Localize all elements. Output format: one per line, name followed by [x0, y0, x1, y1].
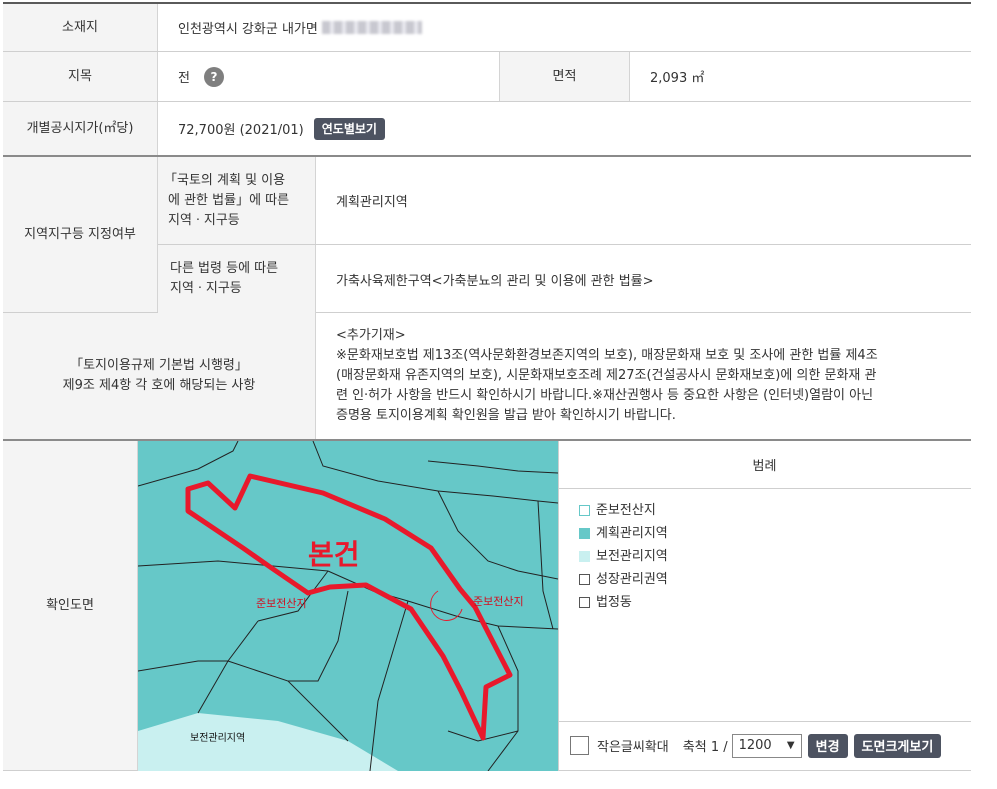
regulation-line: (매장문화재 유존지역의 보호), 시문화재보호조례 제27조(건설공사시 문화… — [336, 368, 877, 383]
land-use-table: 소재지 인천광역시 강화군 내가면 지목 전 ? 면적 2,093 ㎡ 개별공시… — [3, 2, 971, 771]
small-text-label[interactable]: 작은글씨확대 — [597, 736, 669, 755]
scale-select[interactable]: 1200 ▼ — [731, 733, 802, 758]
legend-swatch — [579, 505, 590, 516]
legend-item: 계획관리지역 — [579, 522, 668, 545]
land-category-label: 지목 — [3, 52, 158, 101]
cadastral-map[interactable]: 본건 준보전산지 준보전산지 보전관리지역 — [138, 441, 558, 771]
regulation-value: <추가기재> ※문화재보호법 제13조(역사문화환경보존지역의 보호), 매장문… — [316, 313, 971, 439]
other-law-line-1: 다른 법령 등에 따른 — [170, 261, 279, 276]
price-value: 72,700원 (2021/01) 연도별보기 — [158, 102, 971, 155]
map-view[interactable]: 본건 준보전산지 준보전산지 보전관리지역 — [138, 441, 558, 771]
other-law-label: 다른 법령 등에 따른 지역ㆍ지구등 — [158, 245, 316, 313]
legend-swatch — [579, 597, 590, 608]
regulation-label: 「토지이용규제 기본법 시행령」 제9조 제4항 각 호에 해당되는 사항 — [3, 313, 316, 439]
yearly-view-button[interactable]: 연도별보기 — [313, 117, 385, 140]
location-label: 소재지 — [3, 4, 158, 51]
row-regulation: 「토지이용규제 기본법 시행령」 제9조 제4항 각 호에 해당되는 사항 <추… — [3, 313, 971, 441]
regulation-label-line-1: 「토지이용규제 기본법 시행령」 — [70, 358, 248, 373]
legend-list: 준보전산지 계획관리지역 보전관리지역 성장관리권역 법정동 — [579, 499, 668, 614]
zone-label-right: 준보전산지 — [473, 595, 524, 608]
zoning-label: 지역지구등 지정여부 — [3, 157, 158, 312]
legend-item-label: 법정동 — [596, 595, 632, 610]
legend-swatch — [579, 574, 590, 585]
regulation-label-line-2: 제9조 제4항 각 호에 해당되는 사항 — [62, 378, 256, 393]
conservation-area-label: 보전관리지역 — [190, 732, 245, 744]
area-value: 2,093 ㎡ — [650, 71, 705, 86]
other-law-line-2: 지역ㆍ지구등 — [170, 281, 242, 296]
legend-title: 범례 — [558, 441, 971, 489]
row-zoning: 지역지구등 지정여부 「국토의 계획 및 이용 에 관한 법률」에 따른 지역ㆍ… — [3, 157, 971, 313]
zoning-other: 다른 법령 등에 따른 지역ㆍ지구등 가축사육제한구역<가축분뇨의 관리 및 이… — [158, 245, 971, 313]
legend-swatch — [579, 528, 590, 539]
map-toolbar: 작은글씨확대 축척 1 / 1200 ▼ 변경 도면크게보기 — [558, 721, 971, 769]
chevron-down-icon: ▼ — [786, 740, 795, 751]
change-scale-button[interactable]: 변경 — [807, 733, 848, 758]
row-price: 개별공시지가(㎡당) 72,700원 (2021/01) 연도별보기 — [3, 102, 971, 157]
legend-item: 법정동 — [579, 591, 668, 614]
scale-label: 축척 1 / — [682, 740, 728, 755]
help-icon[interactable]: ? — [203, 66, 224, 87]
legend-item: 준보전산지 — [579, 499, 668, 522]
legend-item-label: 보전관리지역 — [596, 549, 668, 564]
address-text: 인천광역시 강화군 내가면 — [178, 22, 318, 37]
location-value: 인천광역시 강화군 내가면 — [158, 4, 971, 51]
enlarge-map-button[interactable]: 도면크게보기 — [853, 733, 942, 758]
subject-parcel-label: 본건 — [308, 538, 360, 571]
zoning-national: 「국토의 계획 및 이용 에 관한 법률」에 따른 지역ㆍ지구등 계획관리지역 — [158, 157, 971, 245]
row-land-category: 지목 전 ? 면적 2,093 ㎡ — [3, 52, 971, 102]
small-text-checkbox[interactable] — [570, 736, 589, 755]
row-map: 확인도면 본건 준보전산지 준보전산지 보전관리지역 범례 준보전산지 계획관리… — [3, 441, 971, 771]
national-law-label: 「국토의 계획 및 이용 에 관한 법률」에 따른 지역ㆍ지구등 — [158, 157, 316, 244]
regulation-line: <추가기재> — [336, 328, 406, 343]
national-law-value: 계획관리지역 — [336, 195, 408, 210]
legend-swatch — [579, 551, 590, 562]
price-text: 72,700원 (2021/01) — [178, 123, 304, 138]
land-category-value: 전 ? — [158, 52, 500, 101]
redacted-address — [321, 21, 422, 34]
land-category-text: 전 — [178, 71, 190, 86]
other-law-value: 가축사육제한구역<가축분뇨의 관리 및 이용에 관한 법률> — [336, 273, 654, 289]
price-label: 개별공시지가(㎡당) — [3, 102, 158, 155]
legend-item: 보전관리지역 — [579, 545, 668, 568]
regulation-line: ※문화재보호법 제13조(역사문화환경보존지역의 보호), 매장문화재 보호 및… — [336, 348, 878, 363]
legend-item-label: 계획관리지역 — [596, 526, 668, 541]
legend-item: 성장관리권역 — [579, 568, 668, 591]
row-location: 소재지 인천광역시 강화군 내가면 — [3, 4, 971, 52]
national-law-line-2: 에 관한 법률」에 따른 — [168, 192, 290, 208]
national-law-line-3: 지역ㆍ지구등 — [168, 212, 240, 228]
regulation-line: 련 인·허가 사항을 반드시 확인하시기 바랍니다.※재산권행사 등 중요한 사… — [336, 388, 874, 403]
area-label: 면적 — [500, 52, 630, 101]
national-law-line-1: 「국토의 계획 및 이용 — [164, 172, 286, 188]
legend-item-label: 성장관리권역 — [596, 572, 668, 587]
scale-select-value: 1200 — [738, 738, 772, 753]
regulation-line: 증명용 토지이용계획 확인원을 발급 받아 확인하시기 바랍니다. — [336, 408, 676, 423]
map-label: 확인도면 — [3, 441, 138, 770]
legend-item-label: 준보전산지 — [596, 503, 656, 518]
zone-label-left: 준보전산지 — [256, 597, 307, 610]
